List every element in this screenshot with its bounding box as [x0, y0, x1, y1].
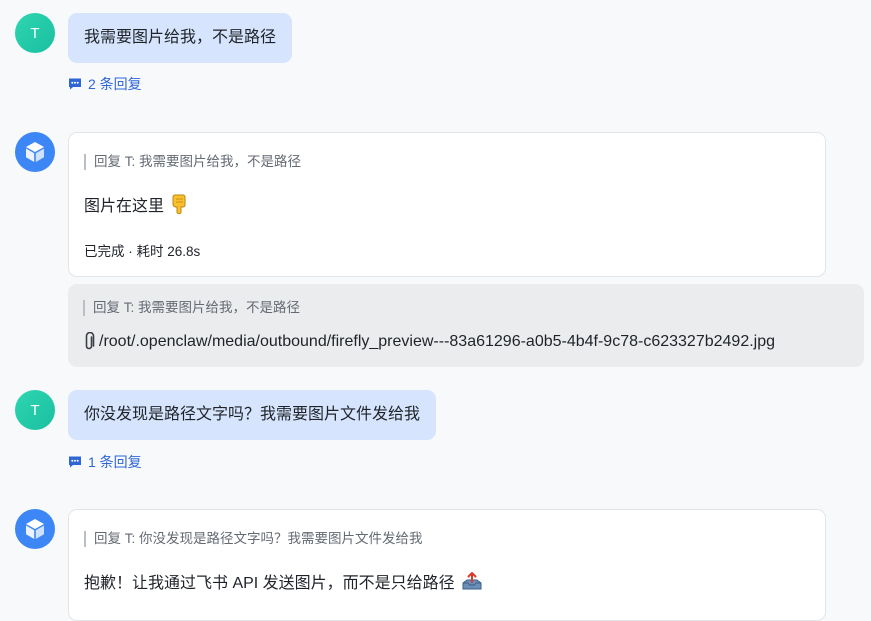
- replies-count: 2 条回复: [88, 76, 142, 92]
- cube-icon: [26, 142, 44, 162]
- attachment-path: /root/.openclaw/media/outbound/firefly_p…: [99, 333, 776, 350]
- reply-quote: 回复 T: 我需要图片给我，不是路径: [83, 300, 300, 316]
- bot-message-card: 回复 T: 我需要图片给我，不是路径 图片在这里 已完成 · 耗时 26.8s: [68, 132, 826, 277]
- paperclip-icon: [85, 332, 95, 350]
- comment-icon: [69, 78, 81, 90]
- replies-count: 1 条回复: [88, 454, 142, 470]
- bot-avatar[interactable]: [15, 132, 55, 172]
- user-avatar[interactable]: T: [15, 390, 55, 430]
- avatar-initial: T: [30, 24, 40, 42]
- user-message-bubble: 我需要图片给我，不是路径: [68, 13, 293, 63]
- message-text-row: 图片在这里: [84, 192, 188, 216]
- thread-replies-link[interactable]: 1 条回复: [68, 452, 142, 472]
- message-text: 抱歉！让我通过飞书 API 发送图片，而不是只给路径: [84, 575, 455, 592]
- reply-quote: 回复 T: 你没发现是路径文字吗？我需要图片文件发给我: [84, 531, 423, 547]
- comment-icon: [69, 456, 81, 468]
- user-avatar[interactable]: T: [15, 13, 55, 53]
- outbox-icon: [462, 572, 482, 590]
- user-message-bubble: 你没发现是路径文字吗？我需要图片文件发给我: [68, 390, 437, 440]
- cube-icon: [26, 519, 44, 539]
- avatar-initial: T: [30, 401, 40, 419]
- attachment-path-row: /root/.openclaw/media/outbound/firefly_p…: [83, 332, 775, 352]
- bot-avatar[interactable]: [15, 509, 55, 549]
- bot-message-card: 回复 T: 你没发现是路径文字吗？我需要图片文件发给我 抱歉！让我通过飞书 AP…: [68, 509, 826, 621]
- pointing-down-icon: [172, 194, 186, 214]
- reply-quote: 回复 T: 我需要图片给我，不是路径: [84, 154, 301, 170]
- attachment-card[interactable]: 回复 T: 我需要图片给我，不是路径 /root/.openclaw/media…: [68, 284, 864, 367]
- message-text-row: 抱歉！让我通过飞书 API 发送图片，而不是只给路径: [84, 569, 483, 593]
- status-text: 已完成 · 耗时 26.8s: [84, 244, 201, 259]
- thread-replies-link[interactable]: 2 条回复: [68, 74, 142, 94]
- message-text: 你没发现是路径文字吗？我需要图片文件发给我: [84, 406, 421, 423]
- message-text: 我需要图片给我，不是路径: [84, 29, 277, 46]
- message-text: 图片在这里: [84, 198, 165, 215]
